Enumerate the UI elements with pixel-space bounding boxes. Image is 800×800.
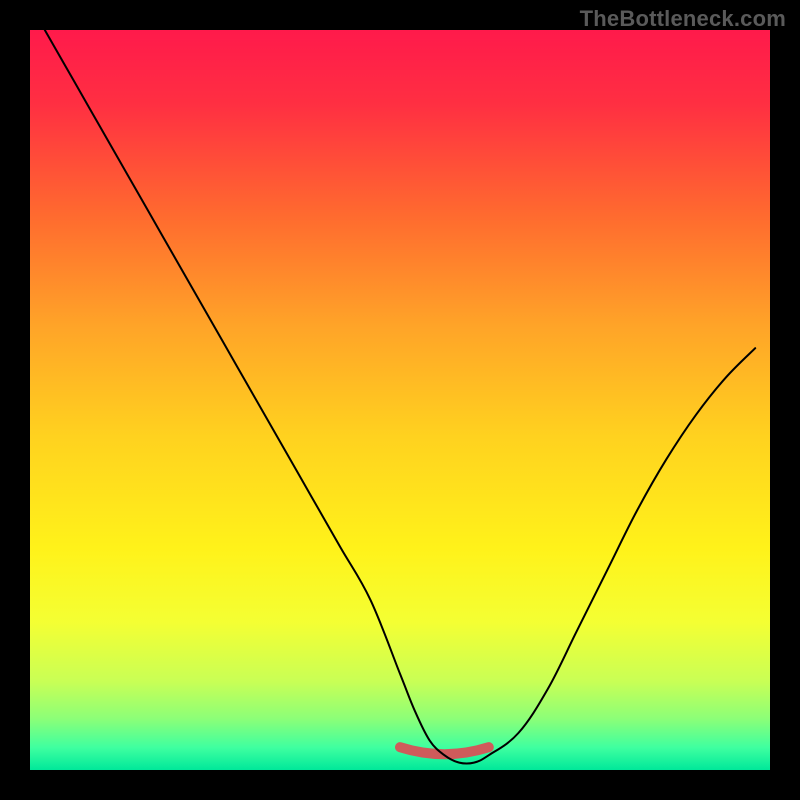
- chart-frame: TheBottleneck.com: [0, 0, 800, 800]
- bottleneck-curve-line: [45, 30, 755, 764]
- curve-layer: [30, 30, 770, 770]
- plot-area: [30, 30, 770, 770]
- watermark-text: TheBottleneck.com: [580, 6, 786, 32]
- tolerance-band: [400, 747, 489, 754]
